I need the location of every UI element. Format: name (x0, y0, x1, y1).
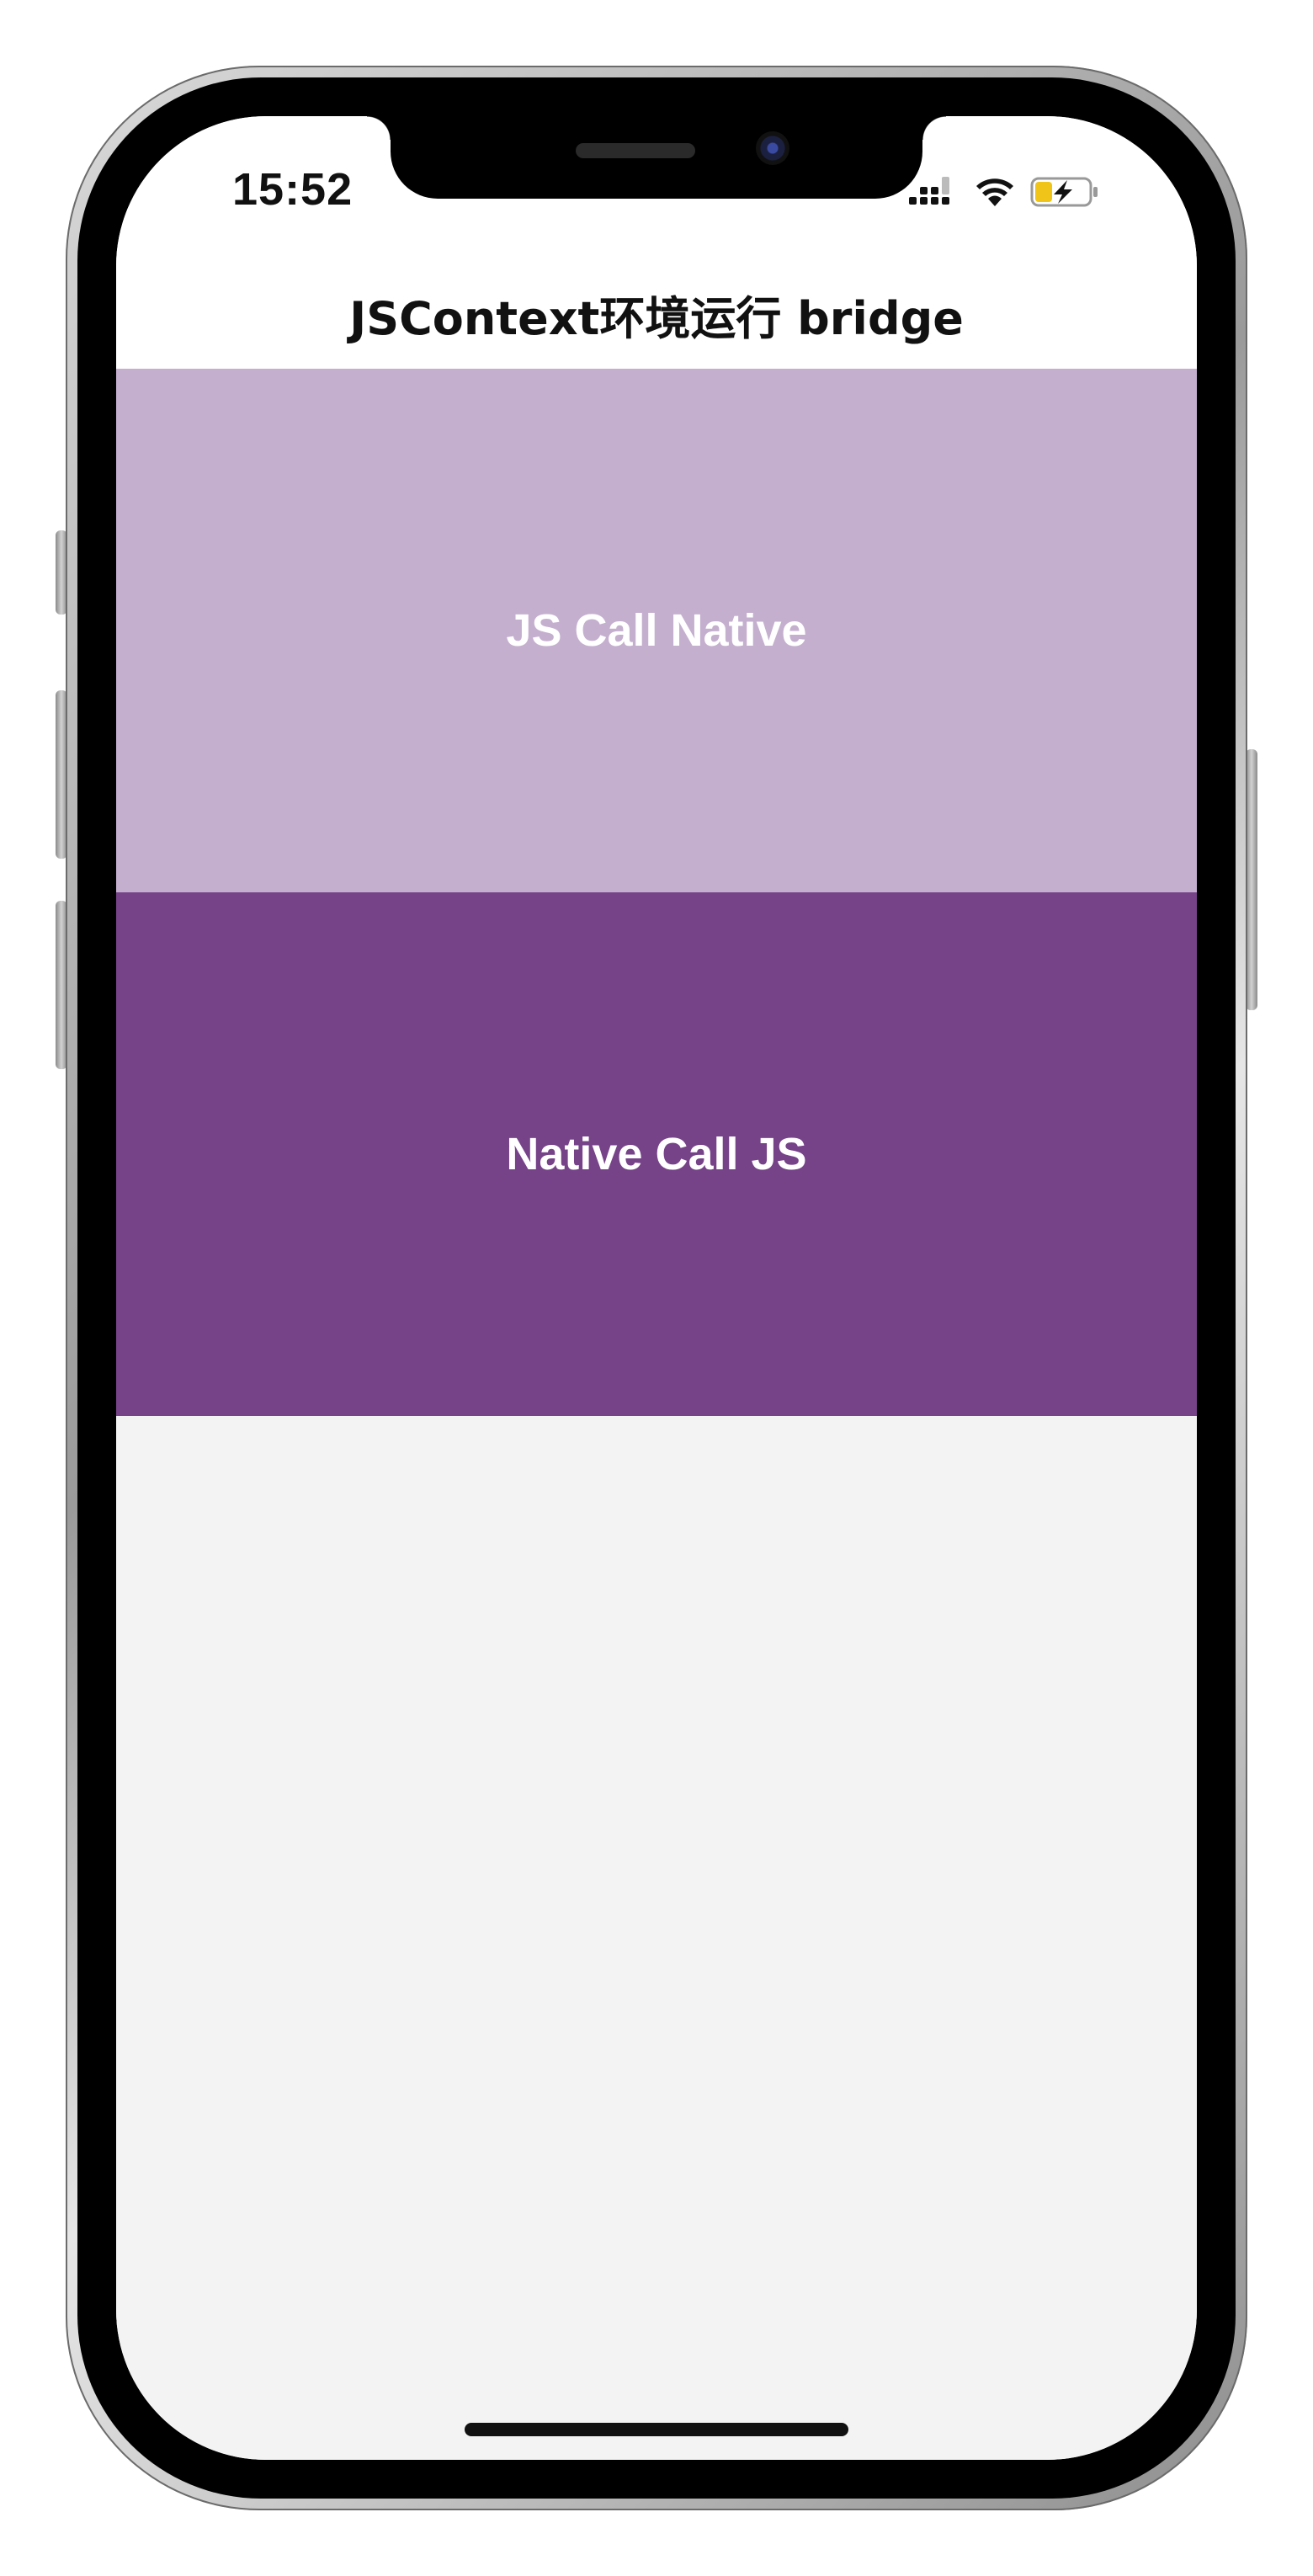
status-time: 15:52 (232, 164, 354, 215)
native-call-js-button[interactable]: Native Call JS (116, 892, 1197, 1416)
empty-content-area (116, 1416, 1197, 2460)
device-mockup: 15:52 JSContext环境运行 bridge JS Call Nativ… (0, 0, 1313, 2576)
page-title: JSContext环境运行 bridge (349, 291, 964, 345)
wifi-icon (976, 178, 1013, 206)
native-call-js-label: Native Call JS (506, 1129, 807, 1179)
status-icons (909, 172, 1099, 212)
status-bar: 15:52 (116, 116, 1197, 259)
js-call-native-button[interactable]: JS Call Native (116, 369, 1197, 892)
phone-screen: 15:52 JSContext环境运行 bridge JS Call Nativ… (116, 116, 1197, 2460)
cellular-signal-icon (909, 177, 949, 205)
earpiece-speaker (576, 143, 695, 158)
front-camera (756, 131, 789, 165)
js-call-native-label: JS Call Native (506, 605, 807, 656)
notch (367, 116, 946, 199)
power-button (1246, 749, 1257, 1010)
battery-charging-icon (1030, 177, 1098, 207)
navigation-bar: JSContext环境运行 bridge (116, 259, 1197, 369)
home-indicator[interactable] (465, 2423, 848, 2436)
